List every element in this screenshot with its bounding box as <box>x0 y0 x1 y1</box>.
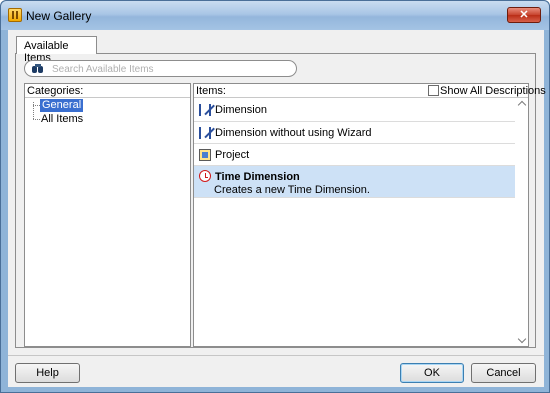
show-all-descriptions-checkbox[interactable] <box>428 85 439 96</box>
app-icon <box>8 8 22 22</box>
time-dimension-icon <box>199 170 211 182</box>
binoculars-icon <box>32 64 44 74</box>
cancel-button[interactable]: Cancel <box>471 363 536 383</box>
show-all-descriptions-label: Show All Descriptions <box>440 85 546 97</box>
dimension-icon <box>199 104 211 116</box>
search-input[interactable] <box>52 63 292 75</box>
dimension-icon <box>199 127 211 139</box>
item-project[interactable]: Project <box>194 144 515 166</box>
items-label: Items: <box>196 85 226 97</box>
categories-panel: Categories: General All Items <box>24 83 191 347</box>
tree-connector <box>33 119 40 120</box>
search-box[interactable] <box>24 60 297 77</box>
category-general[interactable]: General <box>40 99 84 112</box>
items-panel: Items: Show All Descriptions Dimension D… <box>193 83 546 347</box>
item-dimension[interactable]: Dimension <box>194 99 515 122</box>
item-description: Creates a new Time Dimension. <box>214 184 370 196</box>
new-gallery-dialog: New Gallery ✕ Available Items Categories… <box>0 0 550 393</box>
window-title: New Gallery <box>26 9 92 23</box>
categories-label: Categories: <box>27 85 84 97</box>
help-button[interactable]: Help <box>15 363 80 383</box>
project-icon <box>199 149 211 161</box>
item-dimension-without-wizard[interactable]: Dimension without using Wizard <box>194 122 515 144</box>
dialog-body: Available Items Categories: General All … <box>8 30 546 387</box>
ok-button[interactable]: OK <box>400 363 464 383</box>
footer-divider <box>8 355 544 356</box>
item-label: Dimension without using Wizard <box>215 127 372 139</box>
close-button[interactable]: ✕ <box>507 7 541 23</box>
title-bar[interactable]: New Gallery ✕ <box>1 1 549 30</box>
scroll-up-icon[interactable] <box>517 100 527 110</box>
scroll-down-icon[interactable] <box>517 334 527 344</box>
item-label: Project <box>215 149 250 161</box>
categories-header: Categories: <box>25 84 190 98</box>
tree-connector <box>33 105 40 106</box>
item-label: Dimension <box>215 104 267 116</box>
items-header: Items: Show All Descriptions <box>194 84 546 98</box>
item-time-dimension[interactable]: Time Dimension Creates a new Time Dimens… <box>194 166 515 198</box>
tab-available-items[interactable]: Available Items <box>16 36 97 64</box>
show-all-descriptions[interactable]: Show All Descriptions <box>428 85 546 97</box>
items-scrollbar[interactable] <box>516 98 528 346</box>
item-label: Time Dimension <box>215 171 300 183</box>
category-all-items[interactable]: All Items <box>40 113 84 126</box>
